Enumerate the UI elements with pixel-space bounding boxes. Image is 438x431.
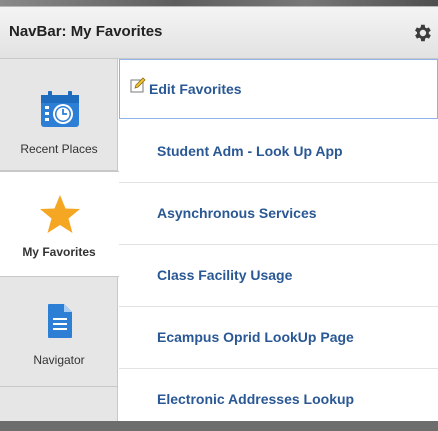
favorite-item[interactable]: Asynchronous Services (119, 183, 438, 245)
favorite-item[interactable]: Student Adm - Look Up App (119, 121, 438, 183)
panel-title: NavBar: My Favorites (9, 23, 163, 40)
panel-header: NavBar: My Favorites (0, 7, 438, 59)
favorite-item-label: Electronic Addresses Lookup (157, 391, 355, 407)
sidebar-item-navigator[interactable]: Navigator (0, 277, 118, 387)
favorite-item-label: Asynchronous Services (157, 205, 317, 221)
favorite-item-label: Class Facility Usage (157, 267, 293, 283)
favorite-item-label: Ecampus Oprid LookUp Page (157, 329, 354, 345)
navbar-panel: NavBar: My Favorites Recent Places My Fa… (0, 6, 438, 421)
favorite-item-label: Student Adm - Look Up App (157, 143, 343, 159)
gear-icon[interactable] (411, 22, 433, 44)
favorite-item[interactable]: Ecampus Oprid LookUp Page (119, 307, 438, 369)
star-icon (40, 195, 80, 233)
sidebar-item-label: My Favorites (22, 245, 96, 259)
favorite-item[interactable]: Electronic Addresses Lookup (119, 369, 438, 431)
favorite-item[interactable]: Class Facility Usage (119, 245, 438, 307)
edit-favorites-button[interactable]: Edit Favorites (119, 59, 438, 119)
sidebar-item-label: Recent Places (20, 142, 98, 156)
favorites-list: Edit Favorites Student Adm - Look Up App… (119, 59, 438, 421)
sidebar-item-my-favorites[interactable]: My Favorites (0, 171, 119, 277)
sidebar-item-recent-places[interactable]: Recent Places (0, 59, 118, 171)
edit-pencil-icon (130, 77, 146, 93)
edit-favorites-label: Edit Favorites (149, 81, 242, 97)
document-icon (48, 304, 72, 338)
sidebar-item-label: Navigator (33, 353, 85, 367)
calendar-clock-icon (41, 91, 79, 127)
sidebar: Recent Places My Favorites Navigator (0, 59, 119, 421)
